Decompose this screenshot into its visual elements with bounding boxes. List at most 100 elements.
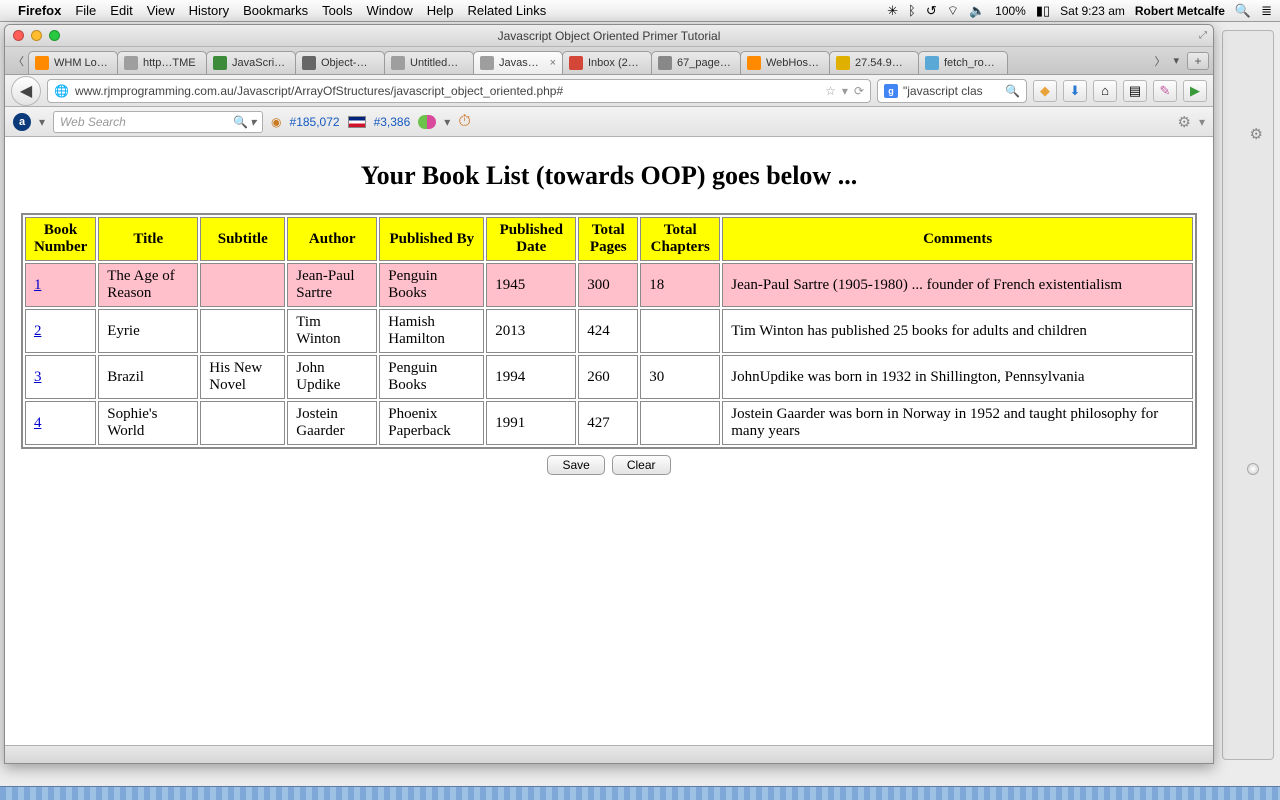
browser-tab-6[interactable]: Inbox (2… bbox=[562, 51, 652, 74]
ask-settings-icon[interactable]: ⚙ bbox=[1178, 113, 1191, 131]
toolbar-button-5[interactable]: ✎ bbox=[1153, 80, 1177, 102]
wifi-icon[interactable]: ⌔ bbox=[947, 3, 959, 19]
downloads-button[interactable]: ⬇ bbox=[1063, 80, 1087, 102]
browser-tab-3[interactable]: Object-… bbox=[295, 51, 385, 74]
browser-tab-1[interactable]: http…TME bbox=[117, 51, 207, 74]
browser-tab-10[interactable]: fetch_ro… bbox=[918, 51, 1008, 74]
gear-icon[interactable]: ⚙ bbox=[1250, 125, 1263, 143]
cell-publisher: Phoenix Paperback bbox=[379, 401, 484, 445]
new-tab-button[interactable]: + bbox=[1187, 52, 1209, 70]
menubar-clock[interactable]: Sat 9:23 am bbox=[1060, 4, 1125, 18]
cell-author: Tim Winton bbox=[287, 309, 377, 353]
browser-tab-8[interactable]: WebHos… bbox=[740, 51, 830, 74]
stopwatch-icon[interactable]: ⏱ bbox=[458, 113, 470, 131]
tab-scroll-right[interactable]: 〉 bbox=[1150, 53, 1169, 69]
save-button[interactable]: Save bbox=[547, 455, 604, 475]
cell-title: The Age of Reason bbox=[98, 263, 198, 307]
ask-dropdown-icon[interactable]: ▾ bbox=[39, 115, 45, 129]
bookmark-star-icon[interactable]: ☆ bbox=[825, 84, 836, 98]
menubar-user[interactable]: Robert Metcalfe bbox=[1135, 4, 1225, 18]
table-row: 1The Age of ReasonJean-Paul SartrePengui… bbox=[25, 263, 1193, 307]
volume-icon[interactable]: 🔈 bbox=[969, 3, 985, 19]
browser-tab-5[interactable]: Javas…× bbox=[473, 51, 563, 74]
toolbar-button-1[interactable]: ◆ bbox=[1033, 80, 1057, 102]
site-identity-icon[interactable]: 🌐 bbox=[54, 84, 69, 98]
search-icon[interactable]: 🔍 bbox=[233, 115, 248, 129]
browser-tab-4[interactable]: Untitled… bbox=[384, 51, 474, 74]
timemachine-icon[interactable]: ↺ bbox=[926, 3, 937, 19]
pill-icon[interactable] bbox=[418, 115, 436, 129]
window-titlebar[interactable]: Javascript Object Oriented Primer Tutori… bbox=[5, 25, 1213, 47]
favicon-icon bbox=[658, 56, 672, 70]
tab-close-icon[interactable]: × bbox=[550, 57, 556, 69]
zoom-window-button[interactable] bbox=[49, 30, 60, 41]
cell-pages: 260 bbox=[578, 355, 638, 399]
pill-dropdown-icon[interactable]: ▾ bbox=[444, 115, 450, 129]
mac-menu-edit[interactable]: Edit bbox=[110, 3, 132, 18]
reload-icon[interactable]: ⟳ bbox=[854, 84, 864, 98]
bookmarks-button[interactable]: ▤ bbox=[1123, 80, 1147, 102]
minimize-window-button[interactable] bbox=[31, 30, 42, 41]
book-number-link[interactable]: 2 bbox=[34, 323, 42, 339]
battery-icon[interactable]: ▮▯ bbox=[1036, 3, 1050, 19]
notifications-icon[interactable]: ≣ bbox=[1261, 3, 1272, 19]
cell-publisher: Penguin Books bbox=[379, 355, 484, 399]
column-header: Published Date bbox=[486, 217, 576, 261]
search-bar[interactable]: g "javascript clas 🔍 bbox=[877, 79, 1027, 103]
book-number-link[interactable]: 1 bbox=[34, 277, 42, 293]
cell-pages: 424 bbox=[578, 309, 638, 353]
app-menu[interactable]: Firefox bbox=[18, 3, 61, 18]
close-window-button[interactable] bbox=[13, 30, 24, 41]
browser-tab-0[interactable]: WHM Lo… bbox=[28, 51, 118, 74]
tab-label: Inbox (2… bbox=[588, 57, 645, 69]
cell-book-number: 1 bbox=[25, 263, 96, 307]
cell-chapters: 30 bbox=[640, 355, 720, 399]
mac-menu-bookmarks[interactable]: Bookmarks bbox=[243, 3, 308, 18]
mac-menu-tools[interactable]: Tools bbox=[322, 3, 352, 18]
tab-scroll-left[interactable]: 〈 bbox=[9, 53, 28, 69]
browser-tab-9[interactable]: 27.54.9… bbox=[829, 51, 919, 74]
mac-menu-help[interactable]: Help bbox=[427, 3, 454, 18]
sync-icon[interactable]: ✳ bbox=[887, 3, 898, 19]
column-header: Author bbox=[287, 217, 377, 261]
search-go-icon[interactable]: 🔍 bbox=[1005, 84, 1020, 98]
tab-strip: 〈 WHM Lo…http…TMEJavaScri…Object-…Untitl… bbox=[5, 47, 1213, 75]
mac-menu-view[interactable]: View bbox=[147, 3, 175, 18]
cell-book-number: 3 bbox=[25, 355, 96, 399]
ask-logo-icon[interactable]: a bbox=[13, 113, 31, 131]
cell-date: 2013 bbox=[486, 309, 576, 353]
book-number-link[interactable]: 4 bbox=[34, 415, 42, 431]
browser-tab-7[interactable]: 67_page… bbox=[651, 51, 741, 74]
fullscreen-icon[interactable]: ⤢ bbox=[1199, 30, 1207, 41]
favicon-icon bbox=[569, 56, 583, 70]
url-bar[interactable]: 🌐 www.rjmprogramming.com.au/Javascript/A… bbox=[47, 79, 871, 103]
ask-search-dropdown-icon[interactable]: ▾ bbox=[250, 115, 256, 129]
spotlight-icon[interactable]: 🔍 bbox=[1235, 3, 1251, 19]
mac-menu-related-links[interactable]: Related Links bbox=[468, 3, 547, 18]
browser-tab-2[interactable]: JavaScri… bbox=[206, 51, 296, 74]
alexa-globe-icon[interactable]: ◉ bbox=[271, 115, 281, 129]
firefox-window: Javascript Object Oriented Primer Tutori… bbox=[4, 24, 1214, 764]
alexa-global-rank[interactable]: #185,072 bbox=[290, 115, 340, 129]
tab-label: 67_page… bbox=[677, 57, 734, 69]
cell-subtitle bbox=[200, 401, 285, 445]
cell-book-number: 2 bbox=[25, 309, 96, 353]
favicon-icon bbox=[302, 56, 316, 70]
tab-label: 27.54.9… bbox=[855, 57, 912, 69]
tab-list-dropdown[interactable]: ▾ bbox=[1169, 54, 1183, 67]
history-dropdown-icon[interactable]: ▾ bbox=[842, 84, 848, 98]
bluetooth-icon[interactable]: ᛒ bbox=[908, 3, 916, 18]
book-number-link[interactable]: 3 bbox=[34, 369, 42, 385]
mac-menu-window[interactable]: Window bbox=[367, 3, 413, 18]
clear-button[interactable]: Clear bbox=[612, 455, 671, 475]
back-button[interactable]: ◀ bbox=[11, 76, 41, 106]
mac-menu-file[interactable]: File bbox=[75, 3, 96, 18]
ask-toolbar: a ▾ Web Search 🔍▾ ◉ #185,072 #3,386 ▾ ⏱ ⚙… bbox=[5, 107, 1213, 137]
mac-menu-history[interactable]: History bbox=[189, 3, 229, 18]
home-button[interactable]: ⌂ bbox=[1093, 80, 1117, 102]
ask-search-input[interactable]: Web Search 🔍▾ bbox=[53, 111, 263, 133]
ask-settings-dropdown-icon[interactable]: ▾ bbox=[1199, 115, 1205, 129]
favicon-icon bbox=[747, 56, 761, 70]
toolbar-button-6[interactable]: ▶ bbox=[1183, 80, 1207, 102]
alexa-local-rank[interactable]: #3,386 bbox=[374, 115, 411, 129]
